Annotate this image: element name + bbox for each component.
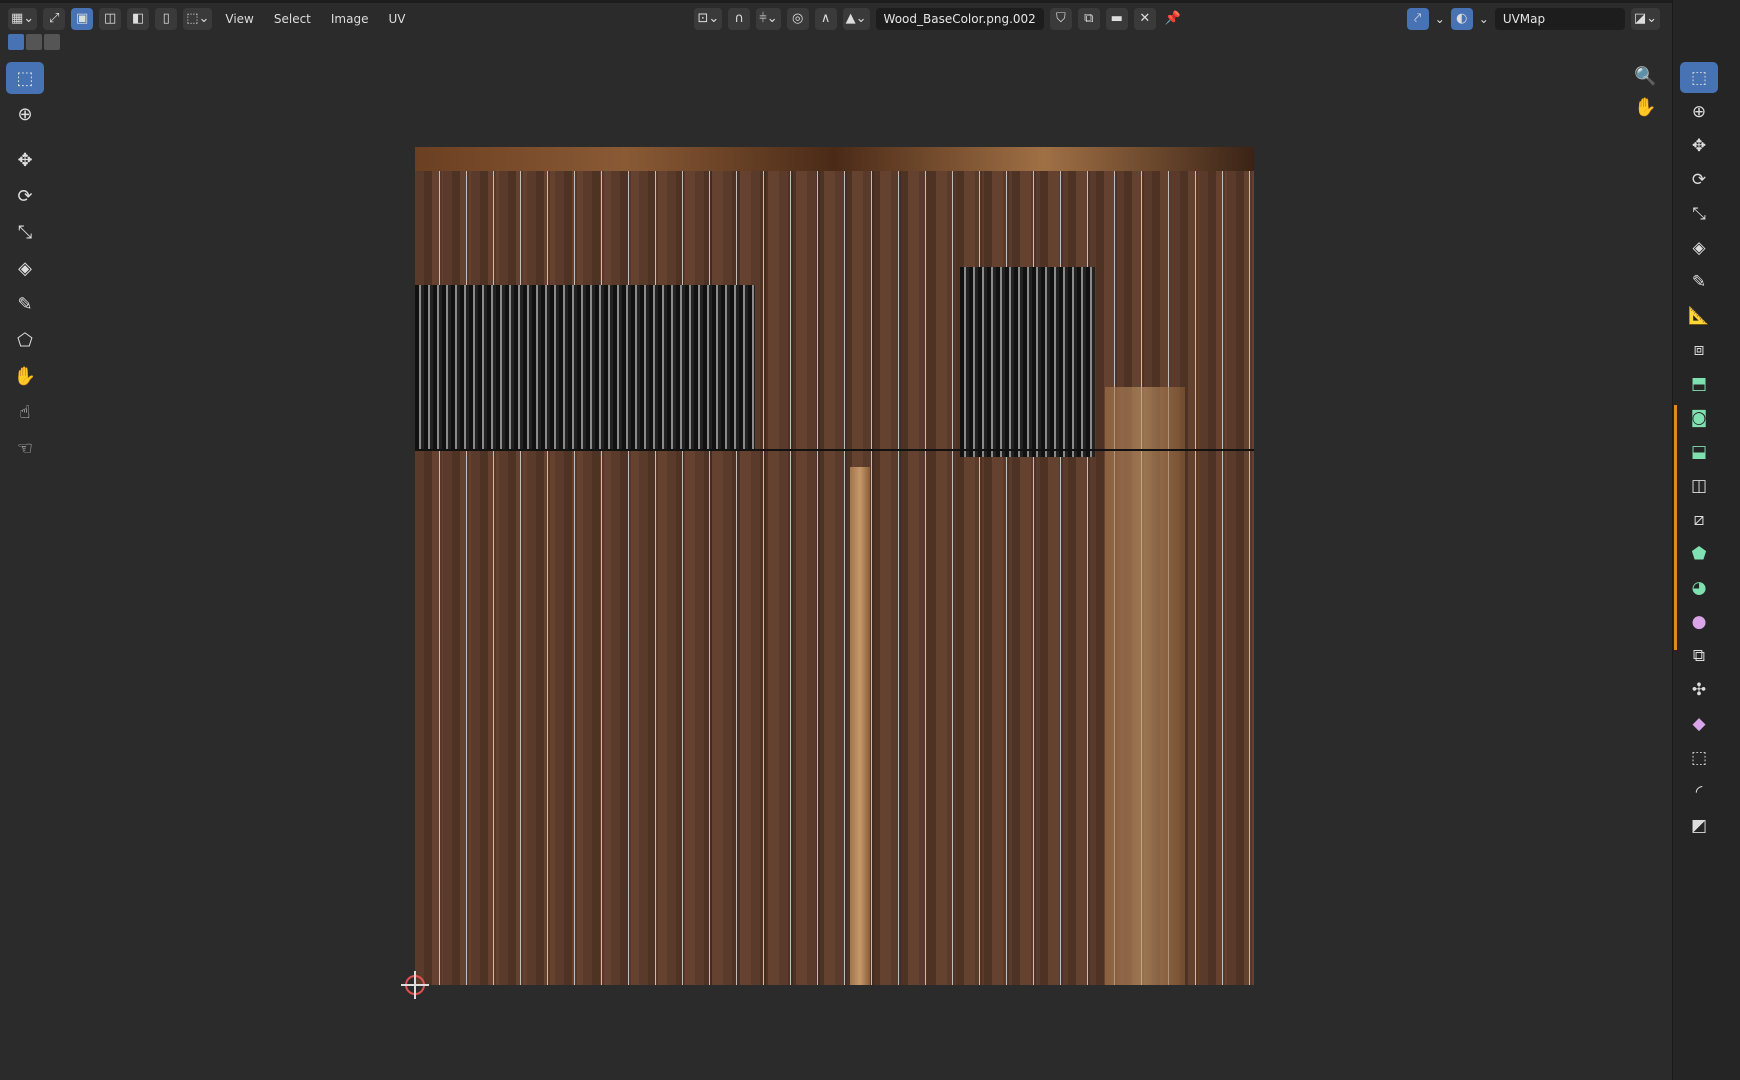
select-box-icon[interactable]: ⬚ [6, 62, 44, 94]
move-icon[interactable]: ✥ [1680, 130, 1718, 161]
uv-texture-image [415, 147, 1254, 985]
right-toolbar: ⬚ ⊕ ✥ ⟳ ⤡ ◈ ✎ 📐 ⧈ ⬒ ◙ ⬓ ◫ ⧄ ⬟ ◕ ● ⧉ ✣ ◆ … [1680, 62, 1718, 841]
extrude-icon[interactable]: ⬒ [1680, 368, 1718, 399]
inset-icon[interactable]: ◙ [1680, 402, 1718, 433]
pin-icon[interactable]: 📌 [1162, 8, 1184, 30]
overlay-icon[interactable]: ◐ [1450, 7, 1473, 30]
image-name-field[interactable]: Wood_BaseColor.png.002 [875, 7, 1044, 30]
menu-view[interactable]: View [218, 12, 260, 26]
zoom-icon[interactable]: 🔍 [1634, 66, 1656, 87]
new-image-icon[interactable]: ⧉ [1077, 7, 1100, 30]
rip-icon[interactable]: ⬚ [1680, 742, 1718, 773]
annotate-icon[interactable]: ✎ [1680, 266, 1718, 297]
spin-icon[interactable]: ◕ [1680, 572, 1718, 603]
grab-icon[interactable]: ✋ [6, 360, 44, 392]
dense-uv-islands [415, 285, 755, 450]
selection-mode-group [8, 34, 60, 50]
knife-icon[interactable]: ⧄ [1680, 504, 1718, 535]
texture-top-strip [415, 147, 1254, 171]
uv-seam [415, 449, 1254, 451]
active-tool-indicator [1674, 405, 1677, 650]
move-icon[interactable]: ✥ [6, 144, 44, 176]
select-box-icon[interactable]: ⬚ [1680, 62, 1718, 93]
display-channels-icon[interactable]: ◪⌄ [1630, 7, 1660, 30]
face-select-mode[interactable]: ◧ [127, 7, 150, 30]
close-icon[interactable]: ✕ [1133, 7, 1156, 30]
navigation-gizmo: 🔍 ✋ [1634, 66, 1656, 118]
snap-icon[interactable]: ∩ [728, 7, 751, 30]
island-select-mode[interactable]: ▯ [155, 7, 178, 30]
cursor-icon[interactable]: ⊕ [6, 98, 44, 130]
cursor-icon[interactable]: ⊕ [1680, 96, 1718, 127]
transform-icon[interactable]: ◈ [1680, 232, 1718, 263]
transform-icon[interactable]: ◈ [6, 252, 44, 284]
bevel-icon[interactable]: ⬓ [1680, 436, 1718, 467]
relax-icon[interactable]: ☝ [6, 396, 44, 428]
edge-select-mode[interactable]: ◫ [99, 7, 122, 30]
edge-slide-icon[interactable]: ⧉ [1680, 640, 1718, 671]
rip-region-icon[interactable]: ⬠ [6, 324, 44, 356]
2d-cursor-icon[interactable] [401, 971, 429, 999]
shrink-fatten-icon[interactable]: ✣ [1680, 674, 1718, 705]
light-wood-strip [850, 467, 870, 985]
select-new-icon[interactable] [8, 34, 24, 50]
vertex-select-mode[interactable]: ▣ [71, 7, 94, 30]
menu-select[interactable]: Select [267, 12, 318, 26]
open-image-icon[interactable]: ▬ [1105, 7, 1128, 30]
uv-map-field[interactable]: UVMap [1494, 7, 1625, 30]
edge-crease-icon[interactable]: ◩ [1680, 810, 1718, 841]
pivot-icon[interactable]: ⊡⌄ [694, 7, 723, 30]
menu-image[interactable]: Image [324, 12, 376, 26]
scale-icon[interactable]: ⤡ [1680, 198, 1718, 229]
sticky-select-icon[interactable]: ⬚⌄ [183, 7, 213, 30]
pan-hand-icon[interactable]: ✋ [1634, 97, 1656, 118]
poly-build-icon[interactable]: ⬟ [1680, 538, 1718, 569]
scale-icon[interactable]: ⤡ [6, 216, 44, 248]
shear-icon[interactable]: ◆ [1680, 708, 1718, 739]
annotate-icon[interactable]: ✎ [6, 288, 44, 320]
measure-icon[interactable]: 📐 [1680, 300, 1718, 331]
to-sphere-icon[interactable]: ◜ [1680, 776, 1718, 807]
smooth-icon[interactable]: ● [1680, 606, 1718, 637]
image-browse-icon[interactable]: ▲⌄ [842, 7, 870, 30]
menu-uv[interactable]: UV [381, 12, 412, 26]
proportional-edit-icon[interactable]: ◎ [786, 7, 809, 30]
snap-target-icon[interactable]: ⫩⌄ [756, 7, 781, 30]
pinch-icon[interactable]: ☜ [6, 432, 44, 464]
fake-user-icon[interactable]: ⛉ [1049, 7, 1072, 30]
select-extend-icon[interactable] [26, 34, 42, 50]
select-subtract-icon[interactable] [44, 34, 60, 50]
falloff-icon[interactable]: ∧ [814, 7, 837, 30]
add-cube-icon[interactable]: ⧈ [1680, 334, 1718, 365]
dense-uv-islands-2 [960, 267, 1095, 457]
loop-cut-icon[interactable]: ◫ [1680, 470, 1718, 501]
light-wood-strip-2 [1105, 387, 1185, 985]
header-bar: ▦⌄ ⤢ ▣ ◫ ◧ ▯ ⬚⌄ View Select Image UV ⊡⌄ … [0, 0, 1672, 34]
rotate-icon[interactable]: ⟳ [1680, 164, 1718, 195]
rotate-icon[interactable]: ⟳ [6, 180, 44, 212]
uv-sync-icon[interactable]: ⤤ [1406, 7, 1429, 30]
left-toolbar: ⬚ ⊕ ✥ ⟳ ⤡ ◈ ✎ ⬠ ✋ ☝ ☜ [6, 62, 46, 464]
editor-type-icon[interactable]: ▦⌄ [8, 7, 38, 30]
sync-selection-icon[interactable]: ⤢ [43, 7, 66, 30]
